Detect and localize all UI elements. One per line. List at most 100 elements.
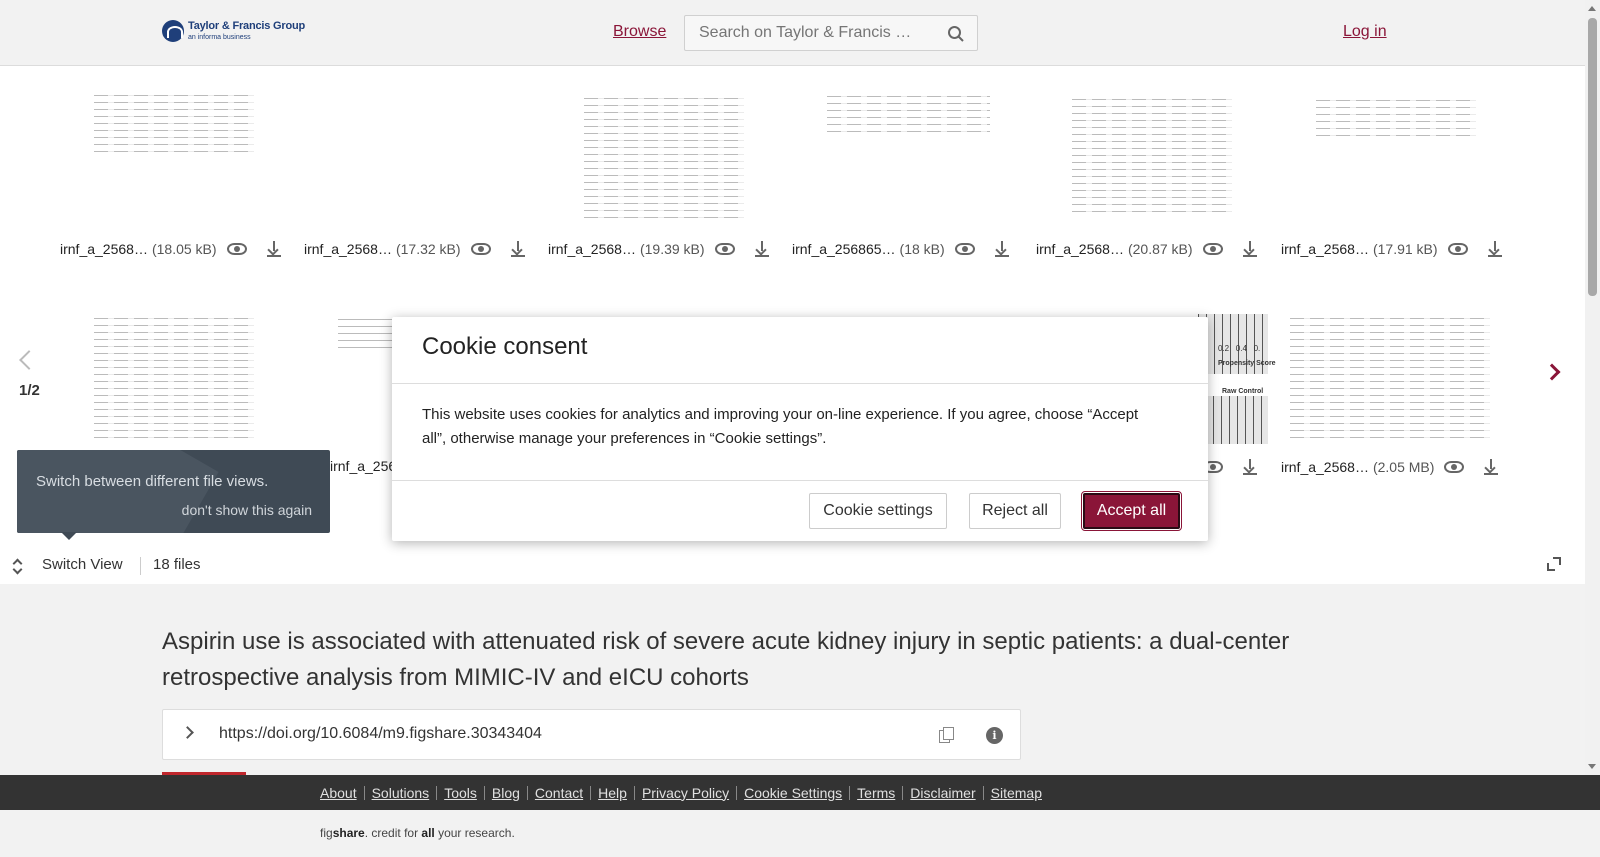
- download-icon[interactable]: [1241, 458, 1259, 476]
- logo-title: Taylor & Francis Group: [188, 20, 306, 32]
- footer-link-about[interactable]: About: [320, 785, 357, 801]
- dont-show-again-link[interactable]: don't show this again: [182, 502, 312, 518]
- switch-view-tooltip: Switch between different file views. don…: [17, 450, 330, 533]
- divider: [392, 480, 1208, 481]
- logo-text: Taylor & Francis Group an informa busine…: [188, 20, 306, 42]
- footer-link-disclaimer[interactable]: Disclaimer: [910, 785, 975, 801]
- footer-link-tools[interactable]: Tools: [444, 785, 477, 801]
- download-icon[interactable]: [993, 240, 1011, 258]
- file-thumbnail[interactable]: [827, 94, 990, 138]
- footer-separator: [483, 785, 485, 800]
- page-scrollbar[interactable]: [1585, 0, 1600, 775]
- scroll-up-arrow-icon[interactable]: [1588, 6, 1596, 11]
- preview-eye-icon[interactable]: [470, 243, 491, 255]
- file-name[interactable]: irnf_a_256865…: [792, 241, 896, 257]
- file-item: irnf_a_2568… (17.32 kB): [304, 240, 527, 258]
- article-title: Aspirin use is associated with attenuate…: [162, 628, 1290, 691]
- footer-link-help[interactable]: Help: [598, 785, 627, 801]
- cookie-dialog-body: This website uses cookies for analytics …: [422, 406, 1139, 447]
- file-thumbnail[interactable]: [1072, 94, 1232, 218]
- file-thumbnail[interactable]: [584, 94, 744, 224]
- file-size: (18 kB): [899, 241, 945, 257]
- file-item: irnf_a_2568… (17.91 kB): [1281, 240, 1504, 258]
- download-icon[interactable]: [265, 240, 283, 258]
- footer-link-solutions[interactable]: Solutions: [372, 785, 430, 801]
- footer-bottom: figshare. credit for all your research.: [0, 810, 1600, 857]
- chart-label-propensity: Propensity Score: [1218, 360, 1276, 367]
- logo-mark-icon: [162, 20, 184, 42]
- preview-eye-icon[interactable]: [226, 243, 247, 255]
- file-thumbnail[interactable]: [1198, 396, 1268, 444]
- file-thumbnail[interactable]: [94, 94, 254, 158]
- footer-link-cookie-settings[interactable]: Cookie Settings: [744, 785, 842, 801]
- scrollbar-thumb[interactable]: [1588, 18, 1597, 296]
- page-indicator: 1/2: [19, 382, 40, 399]
- login-link[interactable]: Log in: [1343, 23, 1387, 41]
- article-section: Aspirin use is associated with attenuate…: [0, 584, 1585, 775]
- file-thumbnail[interactable]: [1316, 94, 1476, 142]
- file-item: irnf_a_2568… (18.05 kB): [60, 240, 283, 258]
- file-item: [1203, 458, 1259, 476]
- reject-all-button[interactable]: Reject all: [969, 493, 1061, 529]
- fullscreen-icon[interactable]: [1547, 557, 1561, 571]
- file-name[interactable]: irnf_a_2568…: [548, 241, 636, 257]
- expand-chevron-icon[interactable]: [181, 726, 194, 739]
- file-thumbnail[interactable]: [1290, 314, 1490, 444]
- footer-separator: [849, 785, 851, 800]
- file-size: (20.87 kB): [1127, 241, 1193, 257]
- file-item: irnf_a_2568… (20.87 kB): [1036, 240, 1259, 258]
- footer-link-sitemap[interactable]: Sitemap: [991, 785, 1042, 801]
- file-name[interactable]: irnf_a_2568…: [60, 241, 148, 257]
- divider: [140, 557, 141, 575]
- taylor-francis-logo[interactable]: Taylor & Francis Group an informa busine…: [162, 20, 305, 42]
- file-item: irnf_a_2568… (2.05 MB): [1281, 458, 1500, 476]
- info-icon[interactable]: i: [986, 727, 1003, 744]
- chart-axis-ticks: 0.2 0.4 0.: [1218, 344, 1261, 353]
- download-icon[interactable]: [509, 240, 527, 258]
- previous-page-chevron-icon[interactable]: [19, 350, 39, 370]
- preview-eye-icon[interactable]: [714, 243, 735, 255]
- file-size: (2.05 MB): [1372, 459, 1435, 475]
- file-thumbnail[interactable]: [338, 314, 398, 354]
- footer-link-privacy-policy[interactable]: Privacy Policy: [642, 785, 729, 801]
- preview-eye-icon[interactable]: [1202, 243, 1223, 255]
- preview-eye-icon[interactable]: [1447, 243, 1468, 255]
- file-item: irnf_a_2568… (19.39 kB): [548, 240, 771, 258]
- switch-view-button[interactable]: Switch View: [42, 556, 123, 573]
- switch-view-bar: Switch View 18 files: [0, 548, 1585, 584]
- footer-separator: [982, 785, 984, 800]
- file-thumbnail[interactable]: [94, 314, 254, 444]
- footer-link-blog[interactable]: Blog: [492, 785, 520, 801]
- download-icon[interactable]: [1486, 240, 1504, 258]
- search-icon[interactable]: [947, 25, 965, 43]
- file-size: (18.05 kB): [151, 241, 217, 257]
- chart-label-raw-control: Raw Control: [1222, 388, 1264, 395]
- download-icon[interactable]: [1482, 458, 1500, 476]
- cookie-settings-button[interactable]: Cookie settings: [809, 493, 947, 529]
- footer-link-contact[interactable]: Contact: [535, 785, 583, 801]
- divider: [392, 383, 1208, 384]
- file-name[interactable]: irnf_a_2568…: [1036, 241, 1124, 257]
- download-icon[interactable]: [1241, 240, 1259, 258]
- preview-eye-icon[interactable]: [954, 243, 975, 255]
- file-name[interactable]: irnf_a_2568…: [304, 241, 392, 257]
- search-input[interactable]: [699, 24, 919, 42]
- footer-link-terms[interactable]: Terms: [857, 785, 895, 801]
- copy-icon[interactable]: [939, 727, 954, 743]
- download-icon[interactable]: [753, 240, 771, 258]
- file-size: (17.91 kB): [1372, 241, 1438, 257]
- tagline-mid: . credit for: [364, 826, 422, 840]
- footer-separator: [633, 785, 635, 800]
- next-page-chevron-icon[interactable]: [1543, 363, 1561, 381]
- tooltip-arrow: [61, 532, 77, 540]
- doi-link[interactable]: https://doi.org/10.6084/m9.figshare.3034…: [219, 725, 542, 743]
- file-name[interactable]: irnf_a_2568…: [1281, 459, 1369, 475]
- switch-view-chevrons-icon[interactable]: [12, 558, 22, 574]
- preview-eye-icon[interactable]: [1444, 461, 1465, 473]
- accept-all-button[interactable]: Accept all: [1081, 491, 1182, 531]
- search-box: [684, 15, 978, 51]
- scroll-down-arrow-icon[interactable]: [1588, 764, 1596, 769]
- tagline-prefix: fig: [320, 826, 333, 840]
- browse-link[interactable]: Browse: [613, 23, 666, 41]
- file-name[interactable]: irnf_a_2568…: [1281, 241, 1369, 257]
